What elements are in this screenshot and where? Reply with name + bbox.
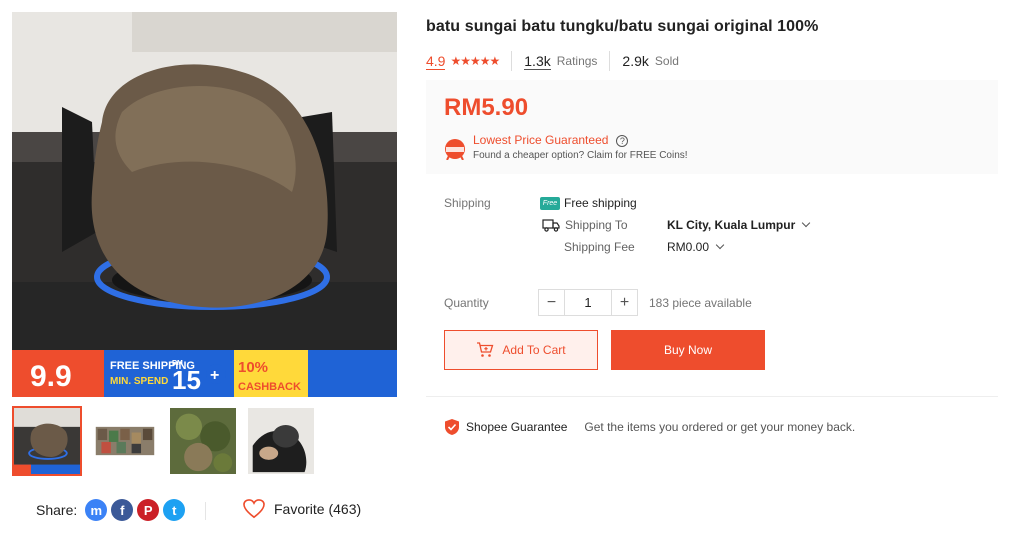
share-row: Share: m f P t xyxy=(36,499,186,521)
messenger-icon[interactable]: m xyxy=(85,499,108,521)
share-divider xyxy=(205,502,206,520)
free-shipping-icon: Free xyxy=(540,196,560,210)
banner-cashback: CASHBACK xyxy=(238,381,301,393)
lowest-price-subtitle: Found a cheaper option? Claim for FREE C… xyxy=(473,150,688,161)
thumbnail-image xyxy=(14,408,80,474)
shopee-guarantee[interactable]: Shopee Guarantee Get the items you order… xyxy=(444,418,855,436)
banner-sale-text: 9.9 xyxy=(30,360,72,393)
shipping-location-dropdown[interactable]: KL City, Kuala Lumpur xyxy=(667,218,811,232)
product-price: RM5.90 xyxy=(444,94,529,121)
stats-divider xyxy=(511,51,513,71)
shipping-label: Shipping xyxy=(444,196,491,210)
quantity-label: Quantity xyxy=(444,296,489,310)
share-label: Share: xyxy=(36,502,78,518)
chevron-down-icon xyxy=(801,218,811,228)
favorite-button[interactable]: Favorite (463) xyxy=(243,499,361,519)
stats-divider xyxy=(609,51,611,71)
thumbnail-strip xyxy=(12,406,316,476)
thumbnail-4[interactable] xyxy=(246,406,316,476)
sold-label: Sold xyxy=(654,54,679,68)
truck-icon xyxy=(542,219,560,232)
shipping-to-label: Shipping To xyxy=(565,218,628,232)
lowest-price-title-text: Lowest Price Guaranteed xyxy=(473,133,609,147)
lowest-price-title[interactable]: Lowest Price Guaranteed? xyxy=(473,133,629,147)
banner-cashback-pct: 10% xyxy=(238,359,268,376)
quantity-stepper: − 1 + xyxy=(538,289,638,316)
thumbnail-image xyxy=(92,408,158,474)
quantity-increase-button[interactable]: + xyxy=(611,289,638,316)
free-shipping-row: Free Free shipping xyxy=(540,196,637,210)
ratings-label: Ratings xyxy=(556,54,598,68)
shield-icon xyxy=(445,419,459,435)
shipping-location-value: KL City, Kuala Lumpur xyxy=(667,218,796,232)
thumbnail-2[interactable] xyxy=(90,406,160,476)
shipping-fee-value: RM0.00 xyxy=(667,240,710,254)
twitter-icon[interactable]: t xyxy=(163,499,186,521)
lowest-price-badge-icon xyxy=(445,139,465,160)
star-rating-icon: ★★★★★ xyxy=(450,54,500,68)
section-divider xyxy=(426,396,998,397)
price-section: RM5.90 Lowest Price Guaranteed? Found a … xyxy=(426,80,998,174)
buy-now-button[interactable]: Buy Now xyxy=(611,330,765,370)
add-to-cart-button[interactable]: Add To Cart xyxy=(444,330,598,370)
banner-plus: + xyxy=(210,367,219,384)
shipping-fee-dropdown[interactable]: RM0.00 xyxy=(667,240,725,254)
guarantee-title: Shopee Guarantee xyxy=(466,420,568,434)
help-icon[interactable]: ? xyxy=(616,134,629,147)
main-product-image[interactable]: 9.9 FREE SHIPPING MIN. SPEND RM 15 + 10%… xyxy=(12,12,397,397)
product-stats: 4.9 ★★★★★ 1.3k Ratings 2.9k Sold xyxy=(426,51,679,71)
thumbnail-3[interactable] xyxy=(168,406,238,476)
product-title: batu sungai batu tungku/batu sungai orig… xyxy=(426,18,819,35)
sold-count: 2.9k xyxy=(622,53,649,69)
product-photo: 9.9 FREE SHIPPING MIN. SPEND RM 15 + 10%… xyxy=(12,12,397,397)
ratings-count[interactable]: 1.3k xyxy=(524,53,551,70)
thumbnail-1[interactable] xyxy=(12,406,82,476)
free-shipping-text: Free shipping xyxy=(564,196,637,210)
favorite-label: Favorite (463) xyxy=(274,501,362,517)
shipping-fee-label: Shipping Fee xyxy=(564,240,635,254)
thumbnail-image xyxy=(248,408,314,474)
add-to-cart-label: Add To Cart xyxy=(502,343,566,357)
shipping-to-row: Shipping To xyxy=(542,218,628,232)
rating-value[interactable]: 4.9 xyxy=(426,53,446,70)
quantity-decrease-button[interactable]: − xyxy=(538,289,565,316)
cart-icon xyxy=(477,342,494,357)
heart-icon xyxy=(243,499,265,519)
banner-min-spend: MIN. SPEND xyxy=(110,376,168,387)
chevron-down-icon xyxy=(715,240,725,250)
pinterest-icon[interactable]: P xyxy=(137,499,160,521)
stock-available: 183 piece available xyxy=(649,296,752,310)
guarantee-text: Get the items you ordered or get your mo… xyxy=(584,420,856,434)
banner-amount: 15 xyxy=(172,365,201,395)
quantity-input[interactable]: 1 xyxy=(565,289,611,316)
facebook-icon[interactable]: f xyxy=(111,499,134,521)
thumbnail-image xyxy=(170,408,236,474)
